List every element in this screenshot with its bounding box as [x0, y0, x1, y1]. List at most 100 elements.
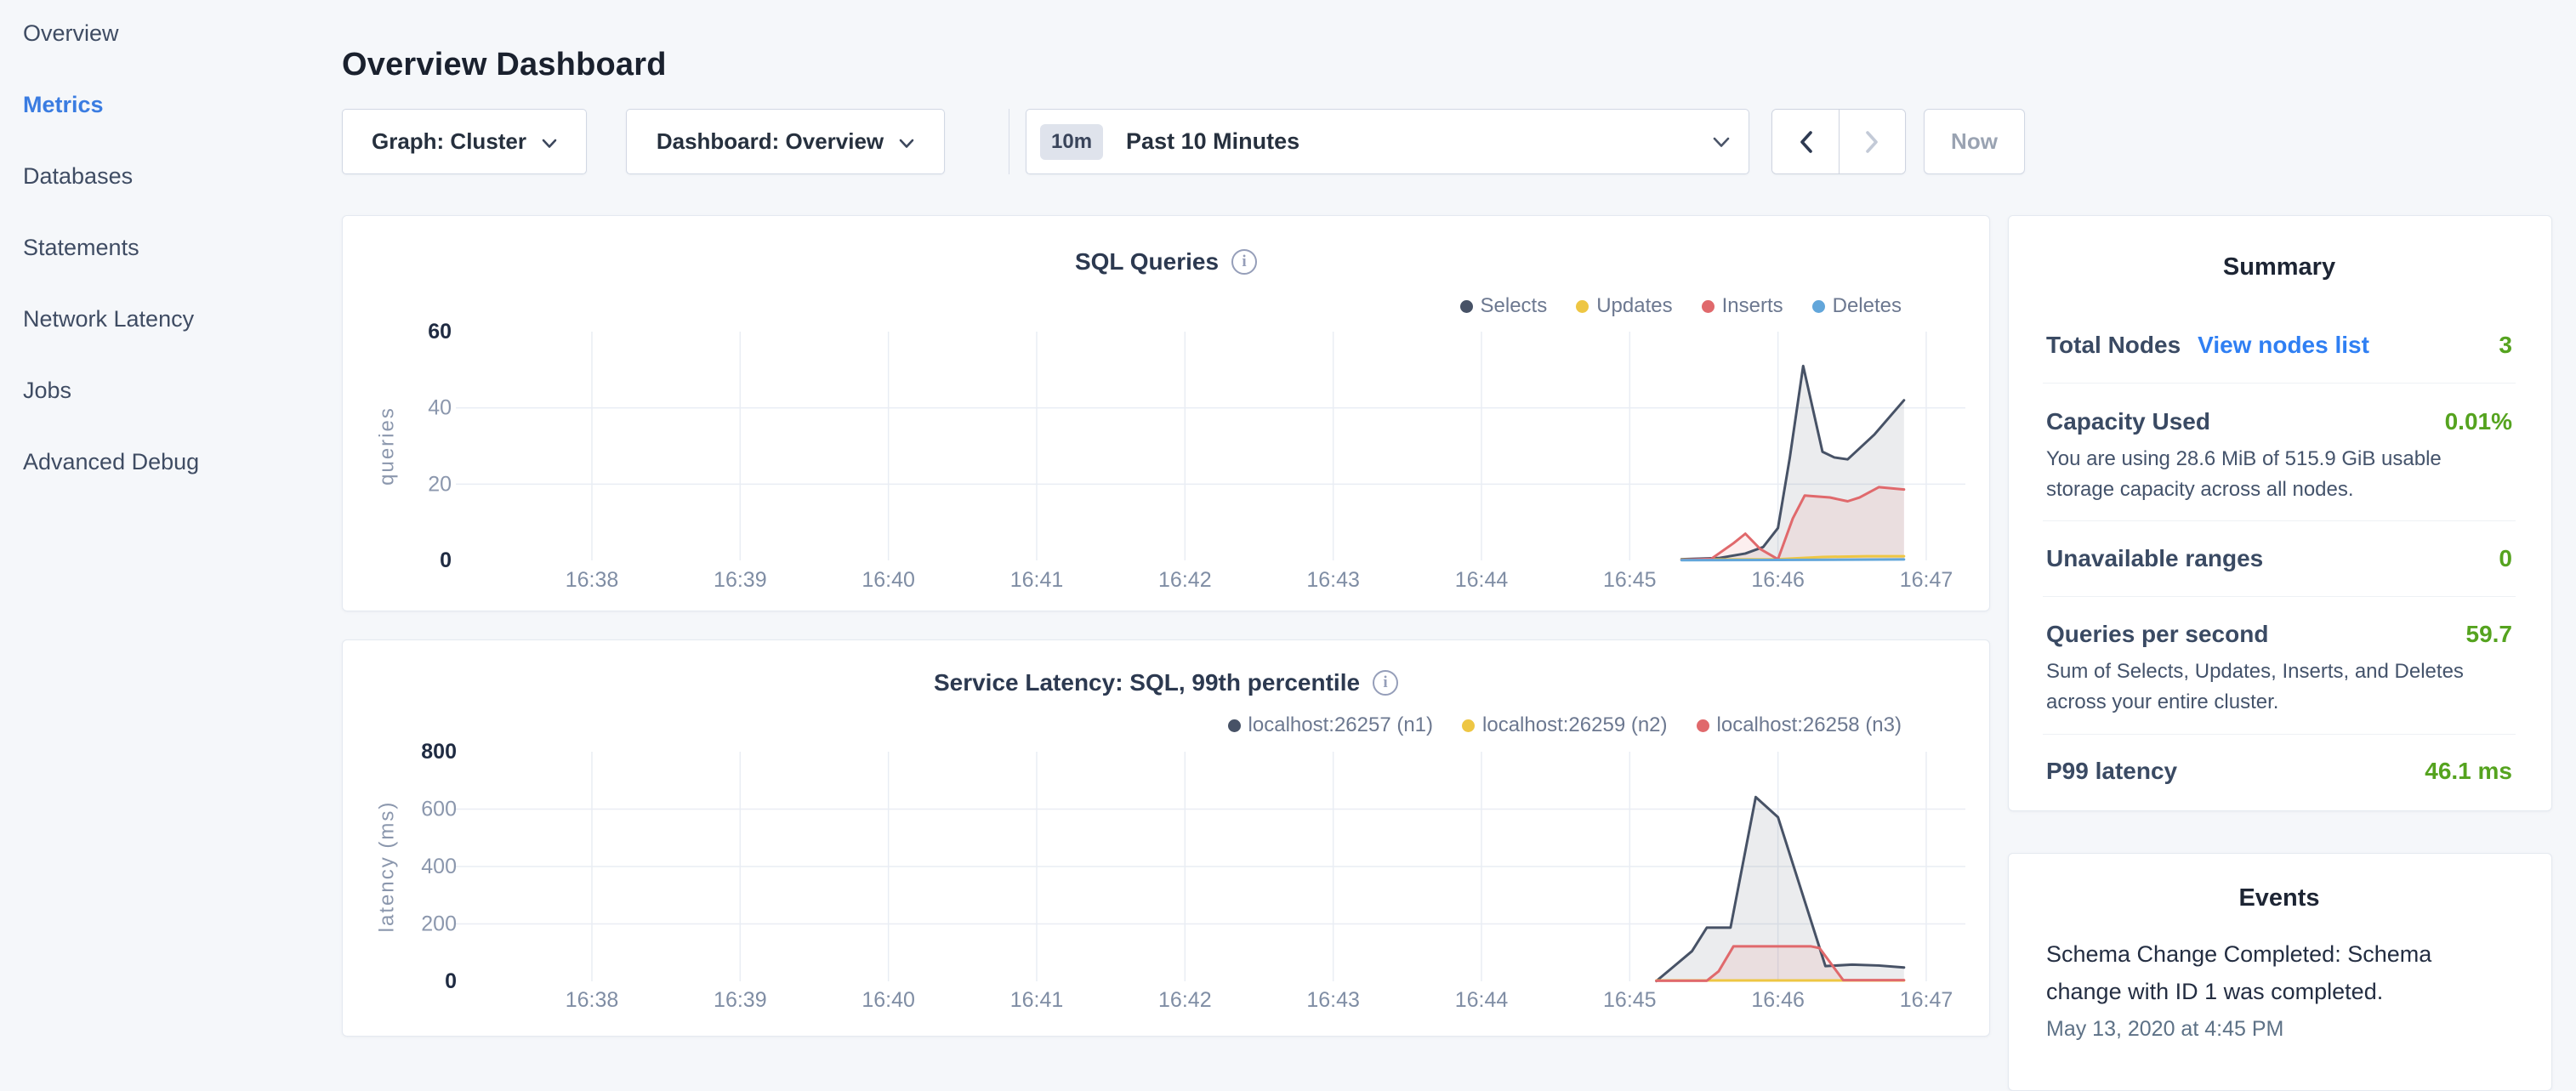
total-nodes-value: 3: [2499, 332, 2512, 359]
legend-item-selects[interactable]: Selects: [1460, 294, 1548, 318]
service-latency-chart[interactable]: 16:38 16:39 16:40 16:41 16:42 16:43 16:44 16:45…: [343, 640, 1991, 1037]
x-tick-label: 16:44: [1455, 988, 1509, 1012]
info-icon[interactable]: i: [1373, 670, 1398, 696]
p99-latency-value: 46.1 ms: [2425, 758, 2512, 785]
unavailable-ranges-label: Unavailable ranges: [2046, 545, 2263, 572]
x-tick-label: 16:41: [1010, 988, 1064, 1012]
x-tick-label: 16:46: [1751, 568, 1805, 592]
time-range-selector[interactable]: 10m Past 10 Minutes: [1026, 109, 1749, 174]
sidebar-item-advanced-debug[interactable]: Advanced Debug: [23, 449, 199, 475]
dashboard-dropdown-label: Dashboard: Overview: [657, 128, 884, 155]
y-tick-label: 0: [445, 969, 457, 993]
chevron-left-icon: [1799, 130, 1813, 154]
summary-row-unavailable-ranges: Unavailable ranges 0: [2046, 545, 2512, 572]
time-pager: [1771, 109, 1906, 174]
x-tick-label: 16:47: [1900, 988, 1953, 1012]
x-tick-label: 16:38: [566, 568, 619, 592]
legend-dot: [1697, 719, 1709, 732]
qps-description: Sum of Selects, Updates, Inserts, and De…: [2046, 656, 2512, 718]
time-range-label: Past 10 Minutes: [1126, 128, 1299, 155]
y-tick-label: 60: [428, 320, 452, 344]
y-axis-title: latency (ms): [376, 801, 399, 933]
y-tick-label: 800: [421, 740, 457, 764]
legend-item-localhost-26259-n2-[interactable]: localhost:26259 (n2): [1462, 713, 1667, 737]
legend-item-updates[interactable]: Updates: [1576, 294, 1672, 318]
legend-item-localhost-26257-n1-[interactable]: localhost:26257 (n1): [1228, 713, 1433, 737]
capacity-used-label: Capacity Used: [2046, 408, 2210, 435]
sidebar-item-metrics[interactable]: Metrics: [23, 92, 199, 118]
legend-label: Deletes: [1833, 294, 1902, 318]
chart-header: SQL Queries i: [343, 248, 1989, 276]
chevron-right-icon: [1865, 130, 1879, 154]
legend-label: Updates: [1596, 294, 1672, 318]
sidebar-item-jobs[interactable]: Jobs: [23, 378, 199, 404]
summary-panel: Summary Total Nodes View nodes list 3 Ca…: [2008, 215, 2552, 811]
sidebar-item-overview[interactable]: Overview: [23, 20, 199, 47]
p99-latency-label: P99 latency: [2046, 758, 2177, 785]
crdb-admin-ui: Overview Metrics Databases Statements Ne…: [0, 0, 2576, 1051]
chevron-down-icon: [1713, 137, 1730, 148]
x-tick-label: 16:38: [566, 988, 619, 1012]
y-tick-label: 0: [440, 548, 452, 572]
capacity-used-value: 0.01%: [2445, 408, 2512, 435]
chevron-down-icon: [899, 139, 914, 149]
summary-row-capacity: Capacity Used 0.01%: [2046, 408, 2512, 435]
x-tick-label: 16:40: [862, 568, 915, 592]
page-title: Overview Dashboard: [342, 47, 667, 83]
x-tick-label: 16:42: [1158, 568, 1212, 592]
legend-item-deletes[interactable]: Deletes: [1812, 294, 1902, 318]
chart-legend: localhost:26257 (n1) localhost:26259 (n2)…: [1228, 713, 1902, 737]
summary-row-total-nodes: Total Nodes View nodes list 3: [2046, 332, 2512, 359]
qps-value: 59.7: [2466, 621, 2513, 648]
time-back-button[interactable]: [1772, 110, 1839, 173]
y-axis-title: queries: [376, 406, 399, 486]
sidebar-item-network-latency[interactable]: Network Latency: [23, 306, 199, 332]
capacity-description: You are using 28.6 MiB of 515.9 GiB usab…: [2046, 444, 2512, 505]
dashboard-dropdown[interactable]: Dashboard: Overview: [626, 109, 945, 174]
sidebar: Overview Metrics Databases Statements Ne…: [23, 20, 199, 475]
view-nodes-list-link[interactable]: View nodes list: [2198, 332, 2369, 359]
qps-label: Queries per second: [2046, 621, 2268, 648]
legend-label: localhost:26258 (n3): [1717, 713, 1902, 737]
legend-label: localhost:26259 (n2): [1482, 713, 1667, 737]
controls-bar: Graph: Cluster Dashboard: Overview 10m P…: [342, 109, 2025, 174]
legend-item-inserts[interactable]: Inserts: [1702, 294, 1783, 318]
x-tick-label: 16:39: [714, 988, 767, 1012]
summary-title: Summary: [2046, 253, 2512, 281]
info-icon[interactable]: i: [1231, 249, 1257, 275]
chart-header: Service Latency: SQL, 99th percentile i: [343, 669, 1989, 696]
y-tick-label: 200: [421, 912, 457, 936]
event-item-text[interactable]: Schema Change Completed: Schema change w…: [2046, 935, 2465, 1010]
sidebar-item-statements[interactable]: Statements: [23, 235, 199, 261]
x-tick-label: 16:43: [1306, 568, 1360, 592]
x-tick-label: 16:40: [862, 988, 915, 1012]
chart-title: SQL Queries: [1075, 248, 1219, 276]
sidebar-item-databases[interactable]: Databases: [23, 163, 199, 190]
legend-dot: [1228, 719, 1241, 732]
x-tick-label: 16:44: [1455, 568, 1509, 592]
legend-label: Selects: [1481, 294, 1548, 318]
sql-queries-chart-card: 16:3816:3916:4016:4116:4216:4316:4416:45…: [342, 215, 1990, 611]
x-tick-label: 16:41: [1010, 568, 1064, 592]
x-tick-label: 16:43: [1306, 988, 1360, 1012]
chart-title: Service Latency: SQL, 99th percentile: [934, 669, 1360, 696]
legend-item-localhost-26258-n3-[interactable]: localhost:26258 (n3): [1697, 713, 1902, 737]
x-tick-label: 16:45: [1603, 568, 1657, 592]
divider: [2043, 383, 2516, 384]
y-tick-label: 20: [428, 472, 452, 496]
x-tick-label: 16:42: [1158, 988, 1212, 1012]
total-nodes-label: Total Nodes: [2046, 332, 2181, 359]
divider: [2043, 734, 2516, 735]
legend-label: Inserts: [1722, 294, 1783, 318]
y-tick-label: 400: [421, 855, 457, 878]
now-button[interactable]: Now: [1924, 109, 2025, 174]
graph-dropdown[interactable]: Graph: Cluster: [342, 109, 587, 174]
summary-row-p99-latency: P99 latency 46.1 ms: [2046, 758, 2512, 785]
legend-dot: [1576, 300, 1589, 313]
time-forward-button[interactable]: [1839, 110, 1905, 173]
chart-legend: Selects Updates Inserts Deletes: [1460, 294, 1902, 318]
x-tick-label: 16:45: [1603, 988, 1657, 1012]
event-item-timestamp: May 13, 2020 at 4:45 PM: [2046, 1017, 2283, 1042]
events-title: Events: [2046, 884, 2512, 912]
x-tick-label: 16:47: [1900, 568, 1953, 592]
